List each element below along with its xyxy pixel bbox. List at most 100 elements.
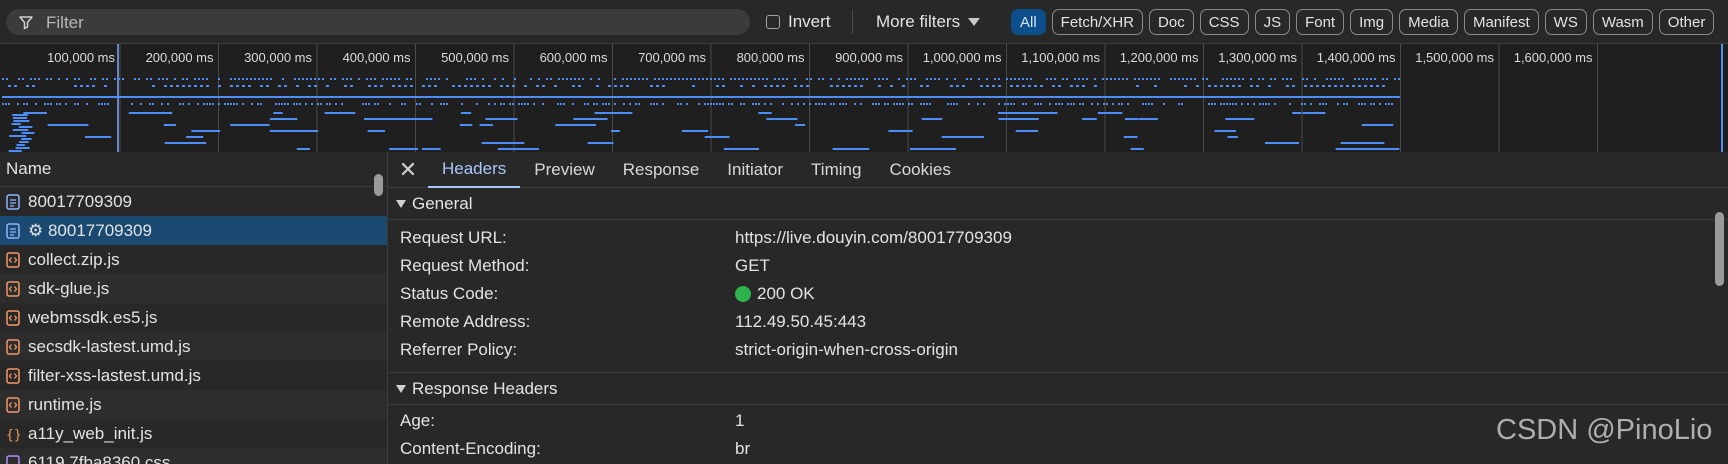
request-name: runtime.js xyxy=(28,394,102,414)
request-row[interactable]: 6119.7fba8360.css xyxy=(0,448,387,464)
network-overview-timeline[interactable]: 100,000 ms 200,000 ms 300,000 ms 400,000 ms… xyxy=(0,44,1728,152)
filter-chip-media[interactable]: Media xyxy=(1399,9,1458,35)
timeline-request-bar xyxy=(374,103,376,105)
timeline-request-bar xyxy=(956,103,958,105)
timeline-request-bar xyxy=(262,78,264,80)
request-row[interactable]: webmssdk.es5.js xyxy=(0,303,387,332)
timeline-request-bar xyxy=(1374,78,1376,80)
general-section-header[interactable]: General xyxy=(388,188,1728,220)
timeline-request-bar xyxy=(623,103,625,105)
timeline-request-bar xyxy=(758,103,760,105)
timeline-request-bar xyxy=(854,103,856,105)
timeline-request-bar xyxy=(710,103,712,105)
invert-toggle[interactable]: Invert xyxy=(766,12,831,32)
header-value[interactable]: https://live.douyin.com/80017709309 xyxy=(735,228,1012,248)
header-value[interactable]: 1 xyxy=(735,411,744,431)
timeline-request-bar xyxy=(1235,103,1237,105)
timeline-request-bar xyxy=(209,103,211,105)
timeline-request-bar xyxy=(398,78,400,80)
timeline-request-bar xyxy=(320,103,322,105)
timeline-request-bar xyxy=(218,85,221,87)
triangle-down-icon xyxy=(396,199,406,208)
filter-input[interactable] xyxy=(44,9,738,37)
timeline-request-bar xyxy=(1214,85,1217,87)
header-value[interactable]: GET xyxy=(735,256,770,276)
filter-chip-img[interactable]: Img xyxy=(1350,9,1394,35)
request-row[interactable]: sdk-glue.js xyxy=(0,274,387,303)
tab-initiator[interactable]: Initiator xyxy=(713,152,797,188)
filter-chip-manifest[interactable]: Manifest xyxy=(1463,9,1539,35)
request-list-scrollbar[interactable] xyxy=(374,174,383,196)
request-row[interactable]: ⚙ 80017709309 xyxy=(0,216,387,245)
document-icon xyxy=(6,193,20,210)
timeline-request-bar xyxy=(1223,103,1225,105)
timeline-request-bar xyxy=(1124,118,1139,120)
header-value[interactable]: 200 OK xyxy=(735,284,815,304)
timeline-request-bar xyxy=(1253,103,1255,105)
header-key: Age: xyxy=(400,411,435,430)
header-value[interactable]: 112.49.50.45:443 xyxy=(735,312,866,332)
invert-checkbox[interactable] xyxy=(766,15,780,29)
timeline-request-bar xyxy=(578,78,580,80)
request-row[interactable]: secsdk-lastest.umd.js xyxy=(0,332,387,361)
tab-response[interactable]: Response xyxy=(609,152,714,188)
tab-timing[interactable]: Timing xyxy=(797,152,875,188)
detail-scrollbar[interactable] xyxy=(1715,212,1724,286)
filter-chip-css[interactable]: CSS xyxy=(1199,9,1249,35)
timeline-request-bar xyxy=(998,103,1000,105)
tab-headers[interactable]: Headers xyxy=(428,152,521,188)
filter-chip-js[interactable]: JS xyxy=(1254,9,1291,35)
filter-chip-font[interactable]: Font xyxy=(1296,9,1345,35)
timeline-request-bar xyxy=(1328,85,1331,87)
timeline-request-bar xyxy=(1292,112,1302,114)
timeline-request-bar xyxy=(74,85,77,87)
triangle-down-icon xyxy=(396,384,406,393)
timeline-request-bar xyxy=(366,78,368,80)
close-icon[interactable]: ✕ xyxy=(388,152,428,188)
request-row[interactable]: filter-xss-lastest.umd.js xyxy=(0,361,387,390)
timeline-request-bar xyxy=(662,85,665,87)
timeline-request-bar xyxy=(722,103,724,105)
timeline-request-bar xyxy=(1202,78,1204,80)
timeline-tick-label: 1,000,000 ms xyxy=(923,50,1002,65)
timeline-request-bar xyxy=(978,78,980,80)
timeline-request-bar xyxy=(1037,103,1039,105)
timeline-request-bar xyxy=(587,103,589,105)
timeline-request-bar xyxy=(1110,78,1112,80)
response-headers-section-header[interactable]: Response Headers xyxy=(388,373,1728,405)
timeline-request-bar xyxy=(230,78,232,80)
more-filters-dropdown[interactable]: More filters xyxy=(876,12,981,32)
timeline-request-bar xyxy=(560,103,562,105)
timeline-request-bar xyxy=(1158,78,1160,80)
filter-chip-other[interactable]: Other xyxy=(1658,9,1715,35)
filter-chip-all[interactable]: All xyxy=(1011,9,1046,35)
name-column-header[interactable]: Name xyxy=(0,152,387,187)
filter-box[interactable] xyxy=(6,9,750,37)
timeline-request-bar xyxy=(1026,78,1028,80)
timeline-request-bar xyxy=(1334,85,1337,87)
header-value[interactable]: strict-origin-when-cross-origin xyxy=(735,340,958,360)
timeline-request-bar xyxy=(443,103,445,105)
timeline-request-bar xyxy=(854,78,856,80)
timeline-request-bar xyxy=(1079,103,1081,105)
request-row[interactable]: runtime.js xyxy=(0,390,387,419)
timeline-request-bar xyxy=(722,85,725,87)
request-row[interactable]: 80017709309 xyxy=(0,187,387,216)
timeline-request-bar xyxy=(950,85,953,87)
timeline-request-bar xyxy=(386,78,388,80)
request-row[interactable]: collect.zip.js xyxy=(0,245,387,274)
timeline-request-bar xyxy=(12,129,29,131)
timeline-request-bar xyxy=(134,78,136,80)
filter-chip-wasm[interactable]: Wasm xyxy=(1592,9,1653,35)
timeline-request-bar xyxy=(2,103,4,105)
timeline-request-bar xyxy=(299,103,301,105)
filter-chip-doc[interactable]: Doc xyxy=(1149,9,1194,35)
header-value[interactable]: br xyxy=(735,439,750,459)
filter-chip-fetch-xhr[interactable]: Fetch/XHR xyxy=(1051,9,1144,35)
filter-chip-ws[interactable]: WS xyxy=(1544,9,1587,35)
tab-cookies[interactable]: Cookies xyxy=(875,152,964,188)
timeline-request-bar xyxy=(1114,78,1116,80)
timeline-request-bar xyxy=(815,103,817,105)
tab-preview[interactable]: Preview xyxy=(520,152,608,188)
request-row[interactable]: {} a11y_web_init.js xyxy=(0,419,387,448)
